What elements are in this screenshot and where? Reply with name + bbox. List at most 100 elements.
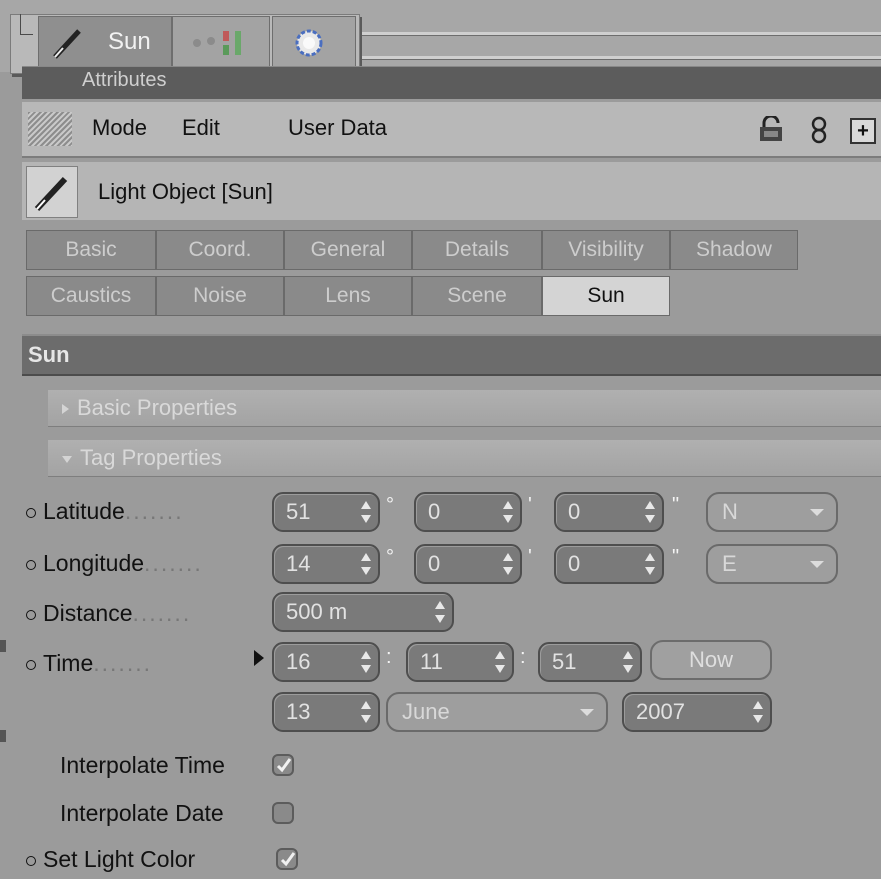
expand-arrow-icon[interactable] (254, 650, 264, 666)
divider (360, 56, 881, 60)
spinner-icon[interactable] (753, 701, 763, 723)
set-light-color-checkbox[interactable] (276, 848, 298, 870)
spinner-icon[interactable] (361, 553, 371, 575)
latitude-seconds-input[interactable]: 0 (554, 492, 664, 532)
animate-dot-icon[interactable] (26, 855, 36, 866)
tab-shadow[interactable]: Shadow (670, 230, 798, 270)
latitude-degrees-input[interactable]: 51 (272, 492, 380, 532)
lock-icon[interactable] (758, 116, 784, 142)
tag-cell-visibility[interactable] (172, 16, 270, 70)
group-tag-label: Tag Properties (80, 445, 222, 470)
menu-edit[interactable]: Edit (182, 115, 220, 141)
divider (0, 730, 6, 742)
latitude-label[interactable]: Latitude....... (26, 498, 184, 525)
time-minute-input[interactable]: 11 (406, 642, 514, 682)
distance-text: Distance (43, 600, 133, 626)
divider (360, 32, 881, 36)
time-hour-input[interactable]: 16 (272, 642, 380, 682)
date-year-value: 2007 (636, 699, 685, 724)
interpolate-time-label: Interpolate Time (60, 752, 225, 778)
animate-dot-icon[interactable] (26, 609, 36, 620)
longitude-minutes-input[interactable]: 0 (414, 544, 522, 584)
menu-mode[interactable]: Mode (92, 115, 147, 141)
group-basic-properties[interactable]: Basic Properties (48, 390, 881, 427)
object-name[interactable]: Sun (108, 28, 151, 56)
interpolate-time-checkbox[interactable] (272, 754, 294, 776)
time-label[interactable]: Time....... (26, 650, 152, 677)
tab-scene[interactable]: Scene (412, 276, 542, 316)
degree-unit: ° (386, 546, 394, 568)
group-tag-properties[interactable]: Tag Properties (48, 440, 881, 477)
animate-dot-icon[interactable] (26, 559, 36, 570)
latitude-hemisphere-dropdown[interactable]: N (706, 492, 838, 532)
sun-tag-icon[interactable] (291, 25, 327, 61)
spinner-icon[interactable] (361, 651, 371, 673)
tab-basic[interactable]: Basic (26, 230, 156, 270)
spinner-icon[interactable] (495, 651, 505, 673)
chevron-down-icon (810, 561, 824, 568)
distance-label[interactable]: Distance....... (26, 600, 191, 627)
spinner-icon[interactable] (435, 601, 445, 623)
interpolate-date-checkbox[interactable] (272, 802, 294, 824)
longitude-degrees-value: 14 (286, 551, 311, 576)
spinner-icon[interactable] (503, 553, 513, 575)
spinner-icon[interactable] (361, 701, 371, 723)
time-separator: : (520, 646, 526, 668)
tab-caustics[interactable]: Caustics (26, 276, 156, 316)
chevron-down-icon (810, 509, 824, 516)
tag-cell-sun[interactable] (272, 16, 356, 70)
collapsed-arrow-icon (62, 404, 69, 415)
animate-dot-icon[interactable] (26, 659, 36, 670)
spinner-icon[interactable] (503, 501, 513, 523)
now-button[interactable]: Now (650, 640, 772, 680)
spinner-icon[interactable] (645, 501, 655, 523)
spinner-icon[interactable] (645, 553, 655, 575)
set-light-color-text: Set Light Color (43, 846, 196, 872)
link-icon[interactable] (809, 116, 829, 144)
tab-noise[interactable]: Noise (156, 276, 284, 316)
leader-dots: ....... (144, 550, 203, 576)
date-day-value: 13 (286, 699, 311, 724)
time-text: Time (43, 650, 94, 676)
leader-dots: ....... (132, 600, 192, 626)
month-value: June (402, 699, 450, 724)
expanded-arrow-icon (62, 455, 72, 463)
tab-lens[interactable]: Lens (284, 276, 412, 316)
spinner-icon[interactable] (623, 651, 633, 673)
time-minute-value: 11 (420, 649, 443, 674)
date-year-input[interactable]: 2007 (622, 692, 772, 732)
latitude-minutes-value: 0 (428, 499, 441, 524)
grip-icon[interactable] (28, 112, 72, 146)
spinner-icon[interactable] (361, 501, 371, 523)
set-light-color-label[interactable]: Set Light Color (26, 846, 195, 873)
leader-dots: ....... (93, 650, 152, 676)
longitude-degrees-input[interactable]: 14 (272, 544, 380, 584)
minute-unit: ' (528, 494, 532, 516)
animate-dot-icon[interactable] (26, 507, 36, 518)
latitude-minutes-input[interactable]: 0 (414, 492, 522, 532)
distance-input[interactable]: 500 m (272, 592, 454, 632)
hemisphere-value: N (722, 499, 738, 524)
longitude-label[interactable]: Longitude....... (26, 550, 203, 577)
tab-details[interactable]: Details (412, 230, 542, 270)
menu-user-data[interactable]: User Data (288, 115, 387, 141)
object-manager: Sun (0, 0, 881, 74)
time-second-input[interactable]: 51 (538, 642, 642, 682)
second-unit: " (672, 494, 680, 516)
chevron-down-icon (580, 709, 594, 716)
new-panel-icon[interactable]: + (850, 118, 876, 144)
tab-coord[interactable]: Coord. (156, 230, 284, 270)
time-second-value: 51 (552, 649, 577, 674)
tab-general[interactable]: General (284, 230, 412, 270)
tab-visibility[interactable]: Visibility (542, 230, 670, 270)
attributes-menu-bar: Mode Edit User Data + (22, 102, 881, 158)
object-selection[interactable] (38, 16, 172, 70)
longitude-hemisphere-dropdown[interactable]: E (706, 544, 838, 584)
tab-sun[interactable]: Sun (542, 276, 670, 316)
date-day-input[interactable]: 13 (272, 692, 380, 732)
longitude-seconds-input[interactable]: 0 (554, 544, 664, 584)
date-month-dropdown[interactable]: June (386, 692, 608, 732)
second-unit: " (672, 546, 680, 568)
distance-value: 500 m (286, 599, 348, 624)
visibility-dots-icon[interactable] (187, 27, 257, 59)
